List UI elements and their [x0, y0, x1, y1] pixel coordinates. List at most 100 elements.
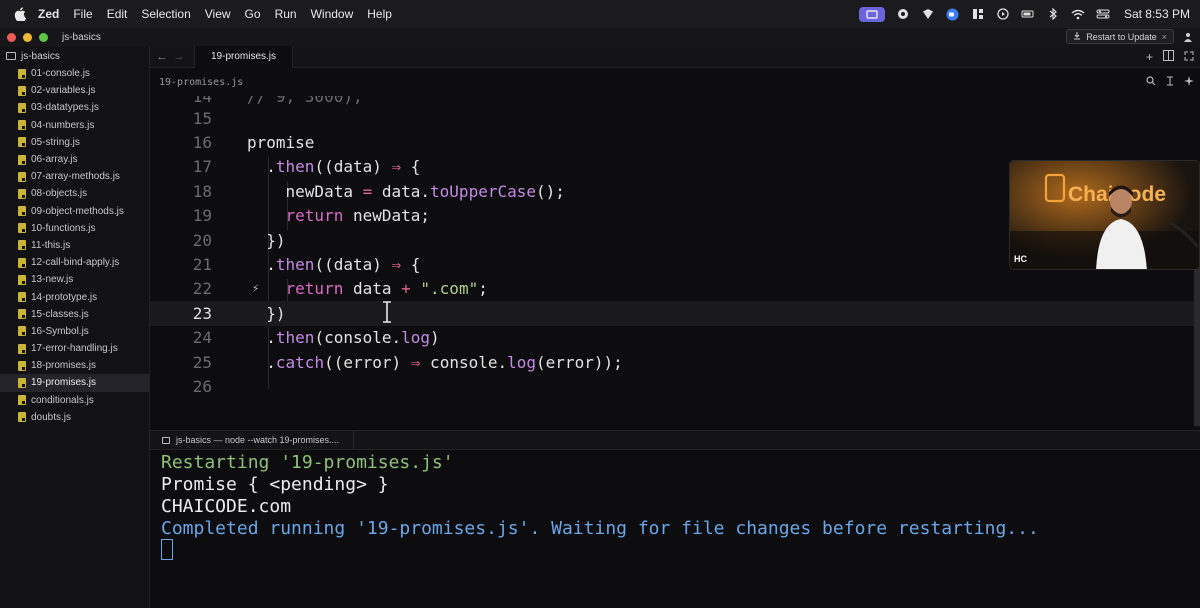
code-line[interactable]: 16 promise	[150, 130, 1200, 154]
screen-recording-icon[interactable]	[858, 6, 885, 22]
sidebar-file-item[interactable]: 03-datatypes.js	[0, 99, 149, 116]
code-text: newData = data.toUpperCase();	[247, 181, 565, 201]
sidebar-file-item[interactable]: 11-this.js	[0, 237, 149, 254]
js-file-icon	[18, 188, 26, 199]
js-file-icon	[18, 326, 26, 337]
zoom-icon[interactable]	[946, 7, 960, 21]
sidebar-file-label: 06-array.js	[31, 154, 78, 166]
tab-label: 19-promises.js	[211, 51, 277, 62]
maximize-icon[interactable]	[1184, 50, 1194, 64]
js-file-icon	[18, 377, 26, 388]
play-circle-icon[interactable]	[996, 7, 1010, 21]
code-line[interactable]: 26	[150, 374, 1200, 398]
close-window-button[interactable]	[7, 32, 16, 42]
js-file-icon	[18, 85, 26, 96]
sidebar-file-item[interactable]: 19-promises.js	[0, 374, 149, 392]
search-icon[interactable]	[1146, 76, 1156, 89]
menu-bar-clock[interactable]: Sat 8:53 PM	[1124, 7, 1190, 21]
sidebar-file-label: 01-console.js	[31, 68, 90, 80]
sidebar-file-item[interactable]: 02-variables.js	[0, 82, 149, 99]
js-file-icon	[18, 395, 26, 406]
assistant-icon[interactable]	[1184, 76, 1194, 89]
terminal-icon	[162, 436, 170, 444]
restart-to-update-button[interactable]: Restart to Update ×	[1066, 29, 1174, 44]
code-text: .then((data) ⇒ {	[247, 157, 421, 177]
line-number: 16	[192, 133, 212, 153]
split-pane-icon[interactable]	[1163, 50, 1174, 64]
sidebar-file-item[interactable]: 07-array-methods.js	[0, 168, 149, 185]
js-file-icon	[18, 223, 26, 234]
menu-file[interactable]: File	[73, 7, 92, 21]
sidebar-file-item[interactable]: 09-object-methods.js	[0, 203, 149, 220]
battery-icon[interactable]	[1021, 7, 1035, 21]
menu-window[interactable]: Window	[311, 7, 354, 21]
line-number: 19	[192, 206, 212, 226]
editor-scrollbar[interactable]	[1194, 266, 1200, 426]
menu-selection[interactable]: Selection	[141, 7, 190, 21]
go-forward-icon[interactable]: →	[172, 51, 186, 63]
record-icon[interactable]	[896, 7, 910, 21]
sidebar-file-label: 17-error-handling.js	[31, 343, 118, 355]
grid-icon[interactable]	[971, 7, 985, 21]
minimize-window-button[interactable]	[23, 32, 32, 42]
sidebar-file-item[interactable]: 12-call-bind-apply.js	[0, 254, 149, 271]
sidebar-file-item[interactable]: 05-string.js	[0, 134, 149, 151]
dismiss-update-button[interactable]: ×	[1162, 32, 1167, 42]
wifi-icon[interactable]	[1071, 7, 1085, 21]
sidebar-file-item[interactable]: 16-Symbol.js	[0, 323, 149, 340]
code-line[interactable]: 23 })	[150, 301, 1200, 326]
menu-help[interactable]: Help	[367, 7, 392, 21]
code-text: .catch((error) ⇒ console.log(error));	[247, 352, 623, 372]
code-text: })	[247, 230, 286, 250]
folder-icon	[6, 52, 16, 60]
sidebar-file-item[interactable]: 15-classes.js	[0, 306, 149, 323]
js-file-icon	[18, 292, 26, 303]
menu-app-zed[interactable]: Zed	[38, 7, 59, 21]
sidebar-file-item[interactable]: 01-console.js	[0, 65, 149, 82]
terminal-panel[interactable]: Restarting '19-promises.js' Promise { <p…	[150, 450, 1200, 608]
menu-edit[interactable]: Edit	[107, 7, 128, 21]
sidebar-file-item[interactable]: 06-array.js	[0, 151, 149, 168]
sidebar-file-item[interactable]: doubts.js	[0, 409, 149, 426]
code-line[interactable]: 15	[150, 106, 1200, 130]
code-text: promise	[247, 133, 315, 153]
project-root[interactable]: js-basics	[0, 47, 149, 65]
sidebar-file-item[interactable]: 04-numbers.js	[0, 117, 149, 134]
macos-menu-bar: Zed File Edit Selection View Go Run Wind…	[0, 0, 1200, 28]
sidebar-file-item[interactable]: 08-objects.js	[0, 185, 149, 202]
terminal-tab[interactable]: js-basics — node --watch 19-promises....	[150, 430, 355, 450]
sidebar-file-item[interactable]: conditionals.js	[0, 392, 149, 409]
code-line[interactable]: 24 .then(console.log)	[150, 326, 1200, 350]
zoom-window-button[interactable]	[39, 32, 48, 42]
line-number: 14	[192, 96, 212, 106]
code-action-lightning-icon[interactable]: ⚡	[252, 281, 259, 295]
apple-icon[interactable]	[12, 6, 28, 22]
text-cursor-icon[interactable]	[1166, 76, 1174, 89]
sidebar-file-label: 04-numbers.js	[31, 119, 95, 131]
sidebar-file-item[interactable]: 10-functions.js	[0, 220, 149, 237]
sidebar-file-item[interactable]: 13-new.js	[0, 271, 149, 288]
js-file-icon	[18, 274, 26, 285]
new-tab-icon[interactable]: +	[1146, 50, 1153, 64]
code-line[interactable]: 22 return data + ".com";	[150, 277, 1200, 301]
menu-run[interactable]: Run	[275, 7, 297, 21]
terminal-line: Completed running '19-promises.js'. Wait…	[161, 518, 1039, 539]
code-line[interactable]: 25 .catch((error) ⇒ console.log(error));	[150, 350, 1200, 374]
menu-view[interactable]: View	[205, 7, 231, 21]
shield-icon[interactable]	[921, 7, 935, 21]
sidebar-file-label: 12-call-bind-apply.js	[31, 257, 120, 269]
tab-19-promises[interactable]: 19-promises.js	[194, 45, 294, 68]
control-center-icon[interactable]	[1096, 7, 1110, 21]
sidebar-file-item[interactable]: 18-promises.js	[0, 357, 149, 374]
project-name[interactable]: js-basics	[62, 32, 101, 43]
user-menu-icon[interactable]	[1182, 31, 1194, 43]
bluetooth-icon[interactable]	[1046, 7, 1060, 21]
breadcrumb[interactable]: 19-promises.js	[159, 77, 243, 88]
sidebar-file-item[interactable]: 17-error-handling.js	[0, 340, 149, 357]
sidebar-file-item[interactable]: 14-prototype.js	[0, 288, 149, 305]
menu-go[interactable]: Go	[245, 7, 261, 21]
sidebar-file-label: 03-datatypes.js	[31, 102, 99, 114]
go-back-icon[interactable]: ←	[155, 51, 169, 63]
js-file-icon	[18, 257, 26, 268]
code-line-partial: // 9, 3000);	[247, 96, 363, 106]
